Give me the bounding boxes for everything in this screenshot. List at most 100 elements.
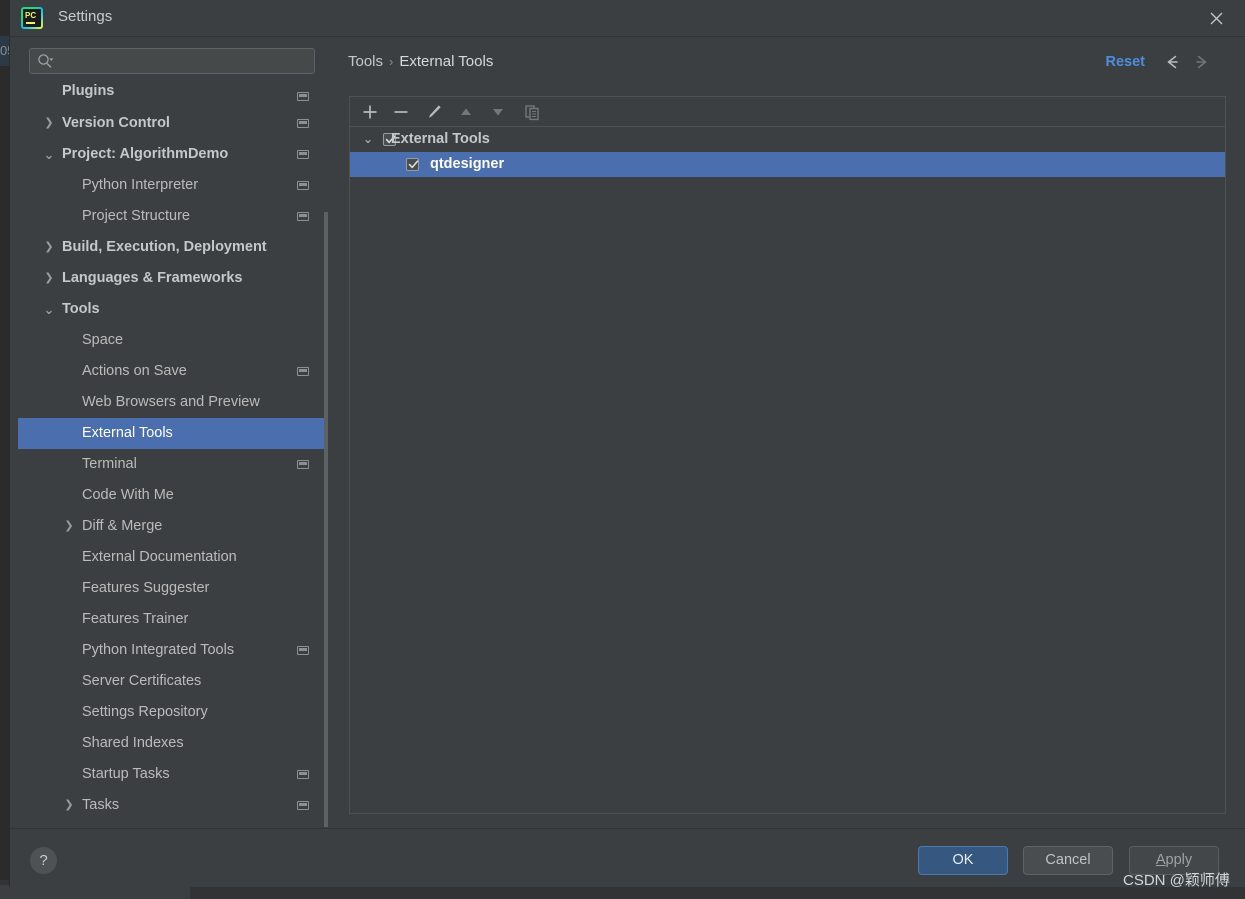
sidebar-item-label: Languages & Frameworks xyxy=(62,270,243,286)
chevron-right-icon[interactable]: ❯ xyxy=(42,263,56,294)
sidebar-item-label: Plugins xyxy=(62,83,115,99)
sidebar-item-label: Space xyxy=(82,332,124,348)
chevron-right-icon[interactable]: ❯ xyxy=(62,790,76,821)
chevron-right-icon[interactable]: ❯ xyxy=(42,232,56,263)
help-icon[interactable]: ? xyxy=(30,847,57,874)
settings-sidebar[interactable]: Plugins ❯ Version Control ⌄ Project: Algorit… xyxy=(18,37,328,827)
close-icon[interactable] xyxy=(1203,7,1229,29)
sidebar-scrollbar-track[interactable] xyxy=(324,122,328,827)
reset-button[interactable]: Reset xyxy=(1106,54,1146,70)
sidebar-item-features-suggester[interactable]: Features Suggester xyxy=(18,573,328,604)
sidebar-item-label: Project: AlgorithmDemo xyxy=(62,146,229,162)
settings-badge-icon xyxy=(297,770,309,779)
sidebar-item-label: Actions on Save xyxy=(82,363,187,379)
sidebar-item-label: Build, Execution, Deployment xyxy=(62,239,267,255)
sidebar-item-external-tools[interactable]: External Tools xyxy=(18,418,328,449)
background-status-bar-left xyxy=(0,885,190,899)
sidebar-item-startup-tasks[interactable]: Startup Tasks xyxy=(18,759,328,790)
sidebar-item-features-trainer[interactable]: Features Trainer xyxy=(18,604,328,635)
sidebar-item-project-algorithmdemo[interactable]: ⌄ Project: AlgorithmDemo xyxy=(18,139,328,170)
breadcrumb-root[interactable]: Tools xyxy=(348,53,383,70)
tools-tree-row[interactable]: ⌄ External Tools xyxy=(350,127,1225,152)
dialog-title: Settings xyxy=(58,8,113,25)
sidebar-item-shared-indexes[interactable]: Shared Indexes xyxy=(18,728,328,759)
chevron-down-icon[interactable]: ⌄ xyxy=(360,127,376,152)
sidebar-item-build-execution-deployment[interactable]: ❯ Build, Execution, Deployment xyxy=(18,232,328,263)
sidebar-item-terminal[interactable]: Terminal xyxy=(18,449,328,480)
chevron-right-icon[interactable]: ❯ xyxy=(62,511,76,542)
sidebar-item-label: Version Control xyxy=(62,115,170,131)
arrow-left-icon[interactable] xyxy=(1159,49,1185,75)
ok-button[interactable]: OK xyxy=(918,846,1008,875)
sidebar-item-python-interpreter[interactable]: Python Interpreter xyxy=(18,170,328,201)
sidebar-item-web-browsers-and-preview[interactable]: Web Browsers and Preview xyxy=(18,387,328,418)
watermark: CSDN @颖师傅 xyxy=(1123,872,1230,889)
breadcrumb: Tools › External Tools xyxy=(348,53,493,70)
screen-root: 05 PC Settings Plugins ❯ Version Control… xyxy=(0,0,1245,899)
tools-tree-row-label: qtdesigner xyxy=(430,156,505,172)
move-down-button xyxy=(486,100,510,124)
sidebar-item-project-structure[interactable]: Project Structure xyxy=(18,201,328,232)
external-tools-tree[interactable]: ⌄ External Tools qtdesigner xyxy=(350,127,1225,177)
settings-badge-icon xyxy=(297,212,309,221)
apply-rest: pply xyxy=(1165,852,1193,868)
sidebar-item-label: Shared Indexes xyxy=(82,735,184,751)
sidebar-item-label: Python Integrated Tools xyxy=(82,642,235,658)
chevron-right-icon[interactable]: ❯ xyxy=(42,108,56,139)
sidebar-item-label: Features Trainer xyxy=(82,611,189,627)
sidebar-item-external-documentation[interactable]: External Documentation xyxy=(18,542,328,573)
settings-badge-icon xyxy=(297,801,309,810)
sidebar-item-settings-repository[interactable]: Settings Repository xyxy=(18,697,328,728)
settings-badge-icon xyxy=(297,92,309,101)
sidebar-item-label: Project Structure xyxy=(82,208,190,224)
remove-button[interactable] xyxy=(389,100,413,124)
sidebar-item-languages-frameworks[interactable]: ❯ Languages & Frameworks xyxy=(18,263,328,294)
external-tools-toolbar xyxy=(350,97,1225,127)
sidebar-item-tasks[interactable]: ❯ Tasks xyxy=(18,790,328,821)
sidebar-item-tools[interactable]: ⌄ Tools xyxy=(18,294,328,325)
tools-tree-row-label: External Tools xyxy=(391,131,490,147)
sidebar-item-label: Diff & Merge xyxy=(82,518,163,534)
edit-button[interactable] xyxy=(422,100,446,124)
row-checkbox[interactable] xyxy=(406,158,419,171)
sidebar-item-server-certificates[interactable]: Server Certificates xyxy=(18,666,328,697)
breadcrumb-separator: › xyxy=(389,54,394,69)
external-tools-panel: ⌄ External Tools qtdesigner xyxy=(349,96,1226,814)
sidebar-item-label: Web Browsers and Preview xyxy=(82,394,260,410)
sidebar-item-label: Terminal xyxy=(82,456,137,472)
sidebar-item-python-integrated-tools[interactable]: Python Integrated Tools xyxy=(18,635,328,666)
chevron-down-icon[interactable]: ⌄ xyxy=(42,139,56,170)
arrow-right-icon[interactable] xyxy=(1189,49,1215,75)
sidebar-item-label: Features Suggester xyxy=(82,580,210,596)
add-button[interactable] xyxy=(358,100,382,124)
copy-icon xyxy=(525,105,539,121)
sidebar-item-label: Tasks xyxy=(82,797,120,813)
cancel-button[interactable]: Cancel xyxy=(1023,846,1113,875)
sidebar-item-version-control[interactable]: ❯ Version Control xyxy=(18,108,328,139)
sidebar-item-space[interactable]: Space xyxy=(18,325,328,356)
move-up-button xyxy=(454,100,478,124)
search-input[interactable] xyxy=(29,48,315,74)
plus-icon xyxy=(363,105,377,119)
settings-badge-icon xyxy=(297,181,309,190)
sidebar-item-plugins[interactable]: Plugins xyxy=(18,81,328,108)
search-icon xyxy=(37,53,54,70)
settings-badge-icon xyxy=(297,119,309,128)
tools-tree-row[interactable]: qtdesigner xyxy=(350,152,1225,177)
chevron-down-icon[interactable]: ⌄ xyxy=(42,294,56,325)
copy-button xyxy=(520,100,544,124)
settings-badge-icon xyxy=(297,646,309,655)
sidebar-item-diff-merge[interactable]: ❯ Diff & Merge xyxy=(18,511,328,542)
sidebar-item-code-with-me[interactable]: Code With Me xyxy=(18,480,328,511)
arrow-down-icon xyxy=(493,109,503,116)
pycharm-icon: PC xyxy=(21,7,43,29)
dialog-title-bar: PC Settings xyxy=(10,0,1245,37)
sidebar-tree[interactable]: Plugins ❯ Version Control ⌄ Project: Algorit… xyxy=(18,81,328,821)
pencil-icon xyxy=(429,105,441,118)
sidebar-scrollbar-thumb[interactable] xyxy=(324,212,328,827)
dialog-footer: ? OK Cancel Apply xyxy=(10,828,1245,887)
minus-icon xyxy=(394,111,408,113)
sidebar-item-label: Server Certificates xyxy=(82,673,202,689)
sidebar-item-actions-on-save[interactable]: Actions on Save xyxy=(18,356,328,387)
settings-dialog: PC Settings Plugins ❯ Version Control ⌄ … xyxy=(10,0,1245,887)
